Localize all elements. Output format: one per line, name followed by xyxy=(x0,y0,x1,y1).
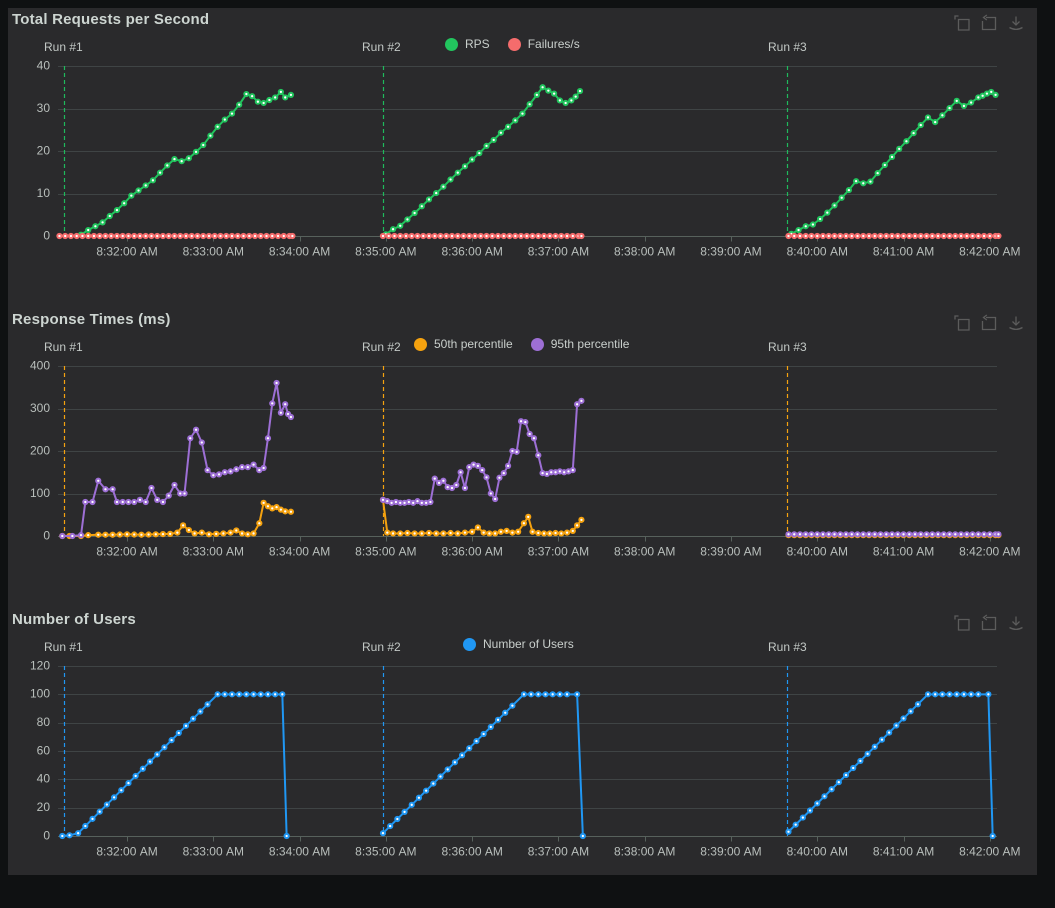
chart-title: Response Times (ms) xyxy=(11,311,171,328)
data-zoom-icon[interactable] xyxy=(953,14,971,32)
chart-toolbox xyxy=(953,314,1025,332)
chart-section-number-of-users: Number of Users Run #1 Run #2 Run #3 Num… xyxy=(8,608,1037,908)
restore-icon[interactable] xyxy=(980,314,998,332)
charts-panel: Total Requests per Second Run #1 Run #2 … xyxy=(8,8,1037,875)
page: { "page": { "background": "#0f1112", "pa… xyxy=(0,0,1055,893)
data-zoom-icon[interactable] xyxy=(953,314,971,332)
save-image-icon[interactable] xyxy=(1007,314,1025,332)
restore-icon[interactable] xyxy=(980,14,998,32)
chart-toolbox xyxy=(953,14,1025,32)
chart-title: Total Requests per Second xyxy=(11,11,209,28)
chart-canvas-number-of-users[interactable] xyxy=(8,638,1037,863)
chart-section-total-requests: Total Requests per Second Run #1 Run #2 … xyxy=(8,8,1037,308)
restore-icon[interactable] xyxy=(980,614,998,632)
chart-canvas-total-requests[interactable] xyxy=(8,38,1037,263)
chart-title: Number of Users xyxy=(11,611,136,628)
chart-section-response-times: Response Times (ms) Run #1 Run #2 Run #3… xyxy=(8,308,1037,608)
chart-toolbox xyxy=(953,614,1025,632)
chart-canvas-response-times[interactable] xyxy=(8,338,1037,563)
data-zoom-icon[interactable] xyxy=(953,614,971,632)
save-image-icon[interactable] xyxy=(1007,14,1025,32)
save-image-icon[interactable] xyxy=(1007,614,1025,632)
